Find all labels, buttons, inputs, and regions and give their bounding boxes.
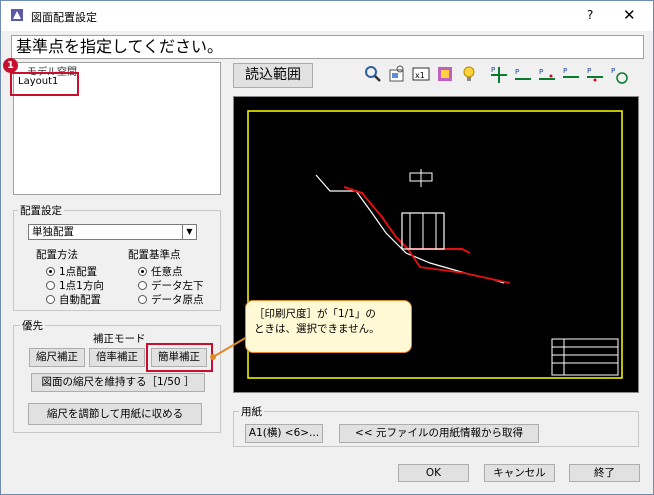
radio-icon[interactable] (138, 281, 147, 290)
cancel-button[interactable]: キャンセル (484, 464, 555, 482)
radio-icon[interactable] (46, 281, 55, 290)
highlight-box-layout (10, 72, 79, 96)
radio-icon[interactable] (138, 267, 147, 276)
paper-group-title: 用紙 (239, 404, 264, 419)
radio-icon[interactable] (138, 295, 147, 304)
svg-text:P: P (491, 66, 495, 74)
help-button[interactable]: ? (587, 8, 593, 22)
method-radio-2[interactable]: 1点1方向 (46, 278, 104, 293)
window-title: 図面配置設定 (31, 11, 97, 24)
base-radio-1[interactable]: 任意点 (138, 264, 183, 279)
fit-paper-button[interactable]: 縮尺を調節して用紙に収める (28, 403, 202, 425)
correction-mode-label: 補正モード (93, 333, 146, 345)
svg-text:P: P (539, 68, 543, 76)
read-range-button[interactable]: 読込範囲 (233, 63, 313, 88)
close-button[interactable]: ✕ (623, 6, 636, 24)
point-icon-1[interactable]: P (489, 65, 509, 85)
point-icon-3[interactable]: P (537, 65, 557, 85)
fit-icon[interactable]: x1 (411, 65, 431, 85)
base-radio-3[interactable]: データ原点 (138, 292, 204, 307)
zoom-icon[interactable] (363, 65, 383, 85)
app-icon (11, 9, 23, 21)
svg-text:x1: x1 (415, 71, 425, 80)
radio-label: データ原点 (151, 294, 204, 306)
scale-correction-button[interactable]: 縮尺補正 (29, 348, 85, 367)
method-radio-1[interactable]: 1点配置 (46, 264, 97, 279)
callout-line-1: ［印刷尺度］が「1/1」の (254, 308, 376, 320)
ok-button[interactable]: OK (398, 464, 469, 482)
title-bar: 図面配置設定 ? ✕ (1, 1, 653, 31)
radio-label: 1点1方向 (59, 280, 104, 292)
point-icon-2[interactable]: P (513, 65, 533, 85)
callout-note: ［印刷尺度］が「1/1」の ときは、選択できません。 (245, 300, 412, 353)
method-radio-3[interactable]: 自動配置 (46, 292, 101, 307)
window-zoom-icon[interactable] (387, 65, 407, 85)
layer-icon[interactable] (435, 65, 455, 85)
point-icon-6[interactable]: P (609, 65, 629, 85)
keep-scale-button[interactable]: 図面の縮尺を維持する［1/50 ］ (31, 373, 205, 392)
step-badge: 1 (3, 58, 18, 73)
svg-text:P: P (611, 67, 615, 75)
point-icon-4[interactable]: P (561, 65, 581, 85)
callout-line-2: ときは、選択できません。 (254, 323, 380, 335)
placement-mode-select[interactable]: 単独配置 ▼ (28, 224, 197, 240)
exit-button[interactable]: 終了 (569, 464, 640, 482)
svg-text:P: P (587, 67, 591, 75)
point-icon-5[interactable]: P (585, 65, 605, 85)
radio-label: データ左下 (151, 280, 204, 292)
callout-pointer (210, 336, 248, 360)
radio-label: 任意点 (151, 266, 183, 278)
priority-group-title: 優先 (20, 318, 45, 333)
base-title: 配置基準点 (128, 249, 181, 261)
placement-group-title: 配置設定 (18, 203, 64, 218)
bulb-icon[interactable] (459, 65, 479, 85)
method-title: 配置方法 (36, 249, 78, 261)
radio-icon[interactable] (46, 267, 55, 276)
base-radio-2[interactable]: データ左下 (138, 278, 204, 293)
chevron-down-icon[interactable]: ▼ (182, 225, 196, 239)
paper-size-button[interactable]: A1(横) <6>... (245, 424, 323, 443)
radio-label: 1点配置 (59, 266, 98, 278)
radio-icon[interactable] (46, 295, 55, 304)
svg-text:P: P (515, 68, 519, 76)
highlight-box-simple (146, 343, 213, 372)
svg-text:P: P (563, 67, 567, 75)
dialog-window: 図面配置設定 ? ✕ 基準点を指定してください。 モデル空間 Layout1 1… (0, 0, 654, 495)
get-paper-info-button[interactable]: << 元ファイルの用紙情報から取得 (339, 424, 539, 443)
placement-mode-value: 単独配置 (32, 226, 74, 238)
ratio-correction-button[interactable]: 倍率補正 (89, 348, 145, 367)
radio-label: 自動配置 (59, 294, 101, 306)
prompt-text: 基準点を指定してください。 (11, 35, 644, 59)
